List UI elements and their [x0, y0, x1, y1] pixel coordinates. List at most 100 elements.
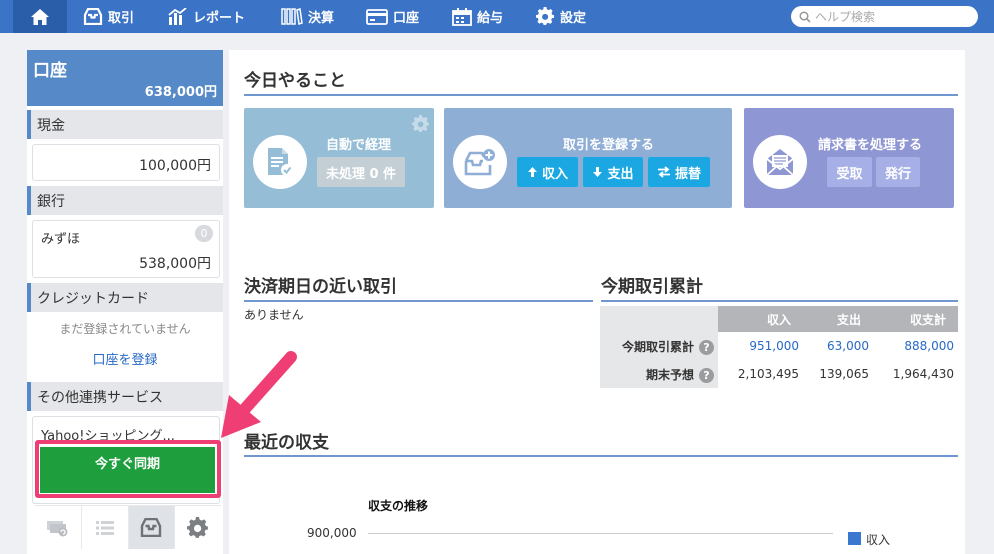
summary-cell: 2,103,495 [737, 367, 799, 381]
credit-section-header: クレジットカード [27, 283, 223, 312]
summary-table: 収入 支出 収支計 今期取引累計? 951,000 63,000 888,000… [600, 306, 958, 388]
summary-cell: 1,964,430 [892, 367, 954, 381]
cash-section-header: 現金 [27, 110, 223, 139]
envelope-icon [766, 149, 794, 176]
nav-payroll[interactable]: 給与 [452, 0, 503, 33]
income-button[interactable]: 収入 [517, 157, 578, 187]
bank-section-header: 銀行 [27, 186, 223, 215]
summary-row-label: 期末予想? [600, 360, 718, 388]
register-card-circle [453, 135, 507, 189]
summary-cell[interactable]: 951,000 [718, 332, 803, 360]
summary-col-balance: 収支計 [873, 306, 958, 332]
cash-account[interactable]: 100,000円 [32, 144, 220, 181]
bank-amount: 538,000円 [139, 256, 211, 272]
summary-header-row: 収入 支出 収支計 [600, 306, 958, 332]
highlight-frame [35, 440, 221, 498]
summary-cell[interactable]: 63,000 [803, 332, 873, 360]
top-nav: 取引 レポート 決算 口座 給与 設定 [0, 0, 994, 33]
list-icon [95, 520, 114, 535]
sync-tool-button[interactable] [35, 506, 82, 549]
register-account-link[interactable]: 口座を登録 [27, 349, 223, 368]
due-divider [244, 300, 593, 302]
help-question-icon[interactable]: ? [699, 367, 714, 383]
list-tool-button[interactable] [82, 506, 129, 549]
money-sync-icon [46, 520, 68, 536]
recent-divider [244, 455, 958, 457]
todo-heading: 今日やること [244, 71, 346, 91]
nav-settings-label: 設定 [560, 11, 587, 26]
bar-chart-icon [168, 8, 187, 25]
arrow-up-icon [527, 167, 537, 177]
nav-reports[interactable]: レポート [168, 0, 245, 33]
income-button-label: 収入 [541, 166, 568, 182]
inbox-icon [141, 518, 162, 537]
services-section-header: その他連携サービス [27, 382, 223, 411]
arrow-down-icon [593, 167, 603, 177]
cash-amount: 100,000円 [139, 158, 211, 174]
nav-transactions[interactable]: 取引 [83, 0, 134, 33]
summary-cell[interactable]: 888,000 [873, 332, 958, 360]
accounts-total: 638,000円 [144, 85, 217, 100]
books-icon [281, 8, 303, 25]
summary-divider [601, 300, 958, 302]
due-heading: 決済期日の近い取引 [244, 277, 397, 297]
search-icon [799, 10, 811, 23]
unprocessed-count-button[interactable]: 未処理 0 件 [317, 157, 405, 187]
expense-button[interactable]: 支出 [583, 157, 643, 187]
gear-icon[interactable] [412, 115, 430, 133]
home-icon [31, 8, 49, 25]
bank-account-mizuho[interactable]: みずほ 0 538,000円 [32, 220, 220, 278]
auto-card-circle [253, 135, 307, 189]
nav-payroll-label: 給与 [477, 11, 504, 26]
gear-icon [536, 7, 555, 26]
transfer-button[interactable]: 振替 [648, 157, 710, 187]
chart-gridline [368, 533, 833, 534]
summary-heading: 今期取引累計 [601, 277, 703, 297]
unprocessed-badge: 0 [195, 225, 213, 242]
expense-button-label: 支出 [607, 166, 634, 182]
transfer-button-label: 振替 [674, 166, 701, 182]
nav-transactions-label: 取引 [108, 11, 135, 26]
nav-accounts[interactable]: 口座 [366, 0, 419, 33]
summary-row-label: 今期取引累計? [600, 332, 718, 360]
invoice-card-circle [753, 135, 807, 189]
issue-invoice-button[interactable]: 発行 [876, 157, 920, 187]
summary-col-income: 収入 [718, 306, 803, 332]
table-row: 今期取引累計? 951,000 63,000 888,000 [600, 332, 958, 360]
home-button[interactable] [13, 0, 67, 33]
auto-card-title: 自動で経理 [326, 138, 392, 153]
table-row: 期末予想? 2,103,495 139,065 1,964,430 [600, 360, 958, 388]
calendar-icon [452, 7, 472, 26]
nav-reports-label: レポート [193, 11, 246, 26]
credit-card-icon [366, 8, 388, 25]
inbox-tool-button[interactable] [128, 506, 176, 549]
nav-accounts-label: 口座 [393, 11, 420, 26]
accounts-title: 口座 [33, 61, 67, 81]
transfer-icon [657, 166, 670, 178]
inbox-icon [83, 8, 103, 25]
nav-closing[interactable]: 決算 [281, 0, 334, 33]
legend-swatch [848, 532, 861, 545]
help-question-icon[interactable]: ? [699, 339, 714, 355]
nav-settings[interactable]: 設定 [536, 0, 586, 33]
settings-tool-button[interactable] [175, 506, 221, 549]
inbox-add-icon [464, 149, 495, 176]
summary-corner [600, 306, 718, 332]
due-empty-text: ありません [244, 308, 304, 322]
accounts-header: 口座 638,000円 [27, 50, 223, 106]
recent-heading: 最近の収支 [244, 433, 329, 453]
credit-empty-note: まだ登録されていません [59, 322, 191, 336]
help-search[interactable] [791, 6, 978, 27]
bank-name: みずほ [41, 232, 81, 247]
gear-icon [187, 516, 209, 538]
invoice-card-title: 請求書を処理する [818, 138, 923, 153]
receive-invoice-button[interactable]: 受取 [827, 157, 872, 187]
todo-divider [244, 94, 958, 96]
legend-label: 収入 [866, 533, 891, 547]
help-search-input[interactable] [815, 9, 965, 24]
summary-col-expense: 支出 [802, 306, 873, 332]
document-check-icon [268, 148, 293, 176]
register-card-title: 取引を登録する [563, 138, 655, 153]
nav-closing-label: 決算 [308, 11, 335, 26]
chart-tick-label: 900,000 [307, 526, 357, 540]
